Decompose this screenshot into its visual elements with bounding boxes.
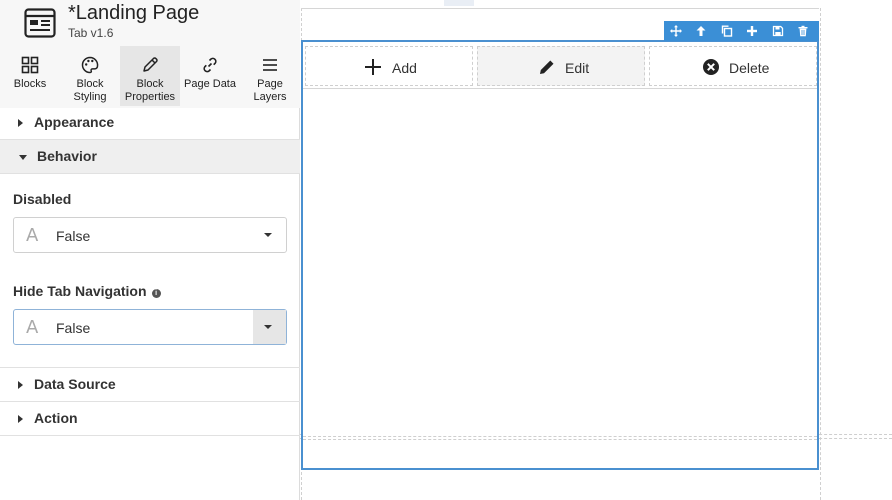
plus-icon xyxy=(365,59,381,75)
tab-block-properties[interactable]: Block Properties xyxy=(120,46,180,106)
disabled-select[interactable]: A False xyxy=(13,217,287,253)
save-icon[interactable] xyxy=(772,25,784,37)
block-toolbar xyxy=(664,21,819,41)
section-label: Behavior xyxy=(37,148,97,164)
tab-label: Page Data xyxy=(184,78,236,90)
arrow-up-icon[interactable] xyxy=(695,25,707,37)
tab-label: Page xyxy=(257,78,283,90)
move-icon[interactable] xyxy=(670,25,682,37)
canvas-top-strip xyxy=(444,0,474,6)
section-action[interactable]: Action xyxy=(0,402,300,436)
caret-right-icon xyxy=(18,415,23,423)
page-window-icon xyxy=(24,8,56,38)
section-label: Action xyxy=(34,410,78,426)
guide-line xyxy=(303,436,817,437)
action-button-row: Add Edit Delete xyxy=(305,44,819,88)
hide-tab-navigation-value: False xyxy=(56,320,91,336)
tab-label: Block xyxy=(76,78,104,90)
tab-label: Styling xyxy=(73,91,107,103)
caret-right-icon xyxy=(18,119,23,127)
section-data-source[interactable]: Data Source xyxy=(0,368,300,402)
section-label: Appearance xyxy=(34,114,115,130)
section-behavior[interactable]: Behavior xyxy=(0,140,300,174)
text-type-icon: A xyxy=(26,225,39,246)
tab-label: Block xyxy=(136,78,164,90)
tab-block[interactable]: Add Edit Delete xyxy=(301,40,819,470)
delete-button[interactable]: Delete xyxy=(649,46,817,86)
chevron-down-icon xyxy=(264,233,272,237)
page-canvas[interactable]: Add Edit Delete xyxy=(300,0,892,500)
text-type-icon: A xyxy=(26,317,39,338)
panel-tabs: Blocks Block Styling Block Properties Pa… xyxy=(0,46,300,108)
disabled-value: False xyxy=(56,228,91,244)
properties-panel: *Landing Page Tab v1.6 Blocks Block Styl… xyxy=(0,0,300,500)
edit-label: Edit xyxy=(565,60,590,76)
pencil-icon xyxy=(540,60,554,74)
hide-tab-navigation-label: Hide Tab Navigation i xyxy=(13,283,161,299)
page-title: *Landing Page xyxy=(68,2,200,24)
disabled-label: Disabled xyxy=(13,191,72,207)
dropdown-toggle[interactable] xyxy=(253,218,286,252)
caret-down-icon xyxy=(19,155,27,160)
grid-icon xyxy=(21,56,39,74)
plus-icon[interactable] xyxy=(746,25,758,37)
copy-icon[interactable] xyxy=(721,25,733,37)
edit-button[interactable]: Edit xyxy=(477,46,645,86)
tab-block-styling[interactable]: Block Styling xyxy=(60,46,120,106)
close-circle-icon xyxy=(703,59,719,75)
guide-line xyxy=(301,8,819,9)
hide-tab-navigation-text: Hide Tab Navigation xyxy=(13,283,147,299)
add-label: Add xyxy=(392,60,417,76)
trash-icon[interactable] xyxy=(797,25,809,37)
tab-label: Properties xyxy=(124,91,176,103)
delete-label: Delete xyxy=(729,60,770,76)
menu-icon xyxy=(263,59,277,71)
tab-blocks[interactable]: Blocks xyxy=(0,46,60,106)
link-icon xyxy=(203,57,217,73)
section-appearance[interactable]: Appearance xyxy=(0,106,300,140)
hide-tab-navigation-select[interactable]: A False xyxy=(13,309,287,345)
tab-label: Layers xyxy=(253,91,287,103)
block-version: Tab v1.6 xyxy=(68,26,114,40)
tab-page-data[interactable]: Page Data xyxy=(180,46,240,106)
guide-line xyxy=(820,8,821,500)
panel-header: *Landing Page Tab v1.6 Blocks Block Styl… xyxy=(0,0,300,108)
tab-page-layers[interactable]: Page Layers xyxy=(240,46,300,106)
add-button[interactable]: Add xyxy=(305,46,473,86)
section-label: Data Source xyxy=(34,376,116,392)
chevron-down-icon xyxy=(264,325,272,329)
divider xyxy=(303,88,817,89)
info-icon[interactable]: i xyxy=(151,289,161,298)
tab-label: Blocks xyxy=(13,78,47,90)
guide-line xyxy=(303,439,817,440)
dropdown-toggle[interactable] xyxy=(253,310,286,344)
palette-icon xyxy=(81,56,99,74)
caret-right-icon xyxy=(18,381,23,389)
pencil-icon xyxy=(143,57,158,72)
